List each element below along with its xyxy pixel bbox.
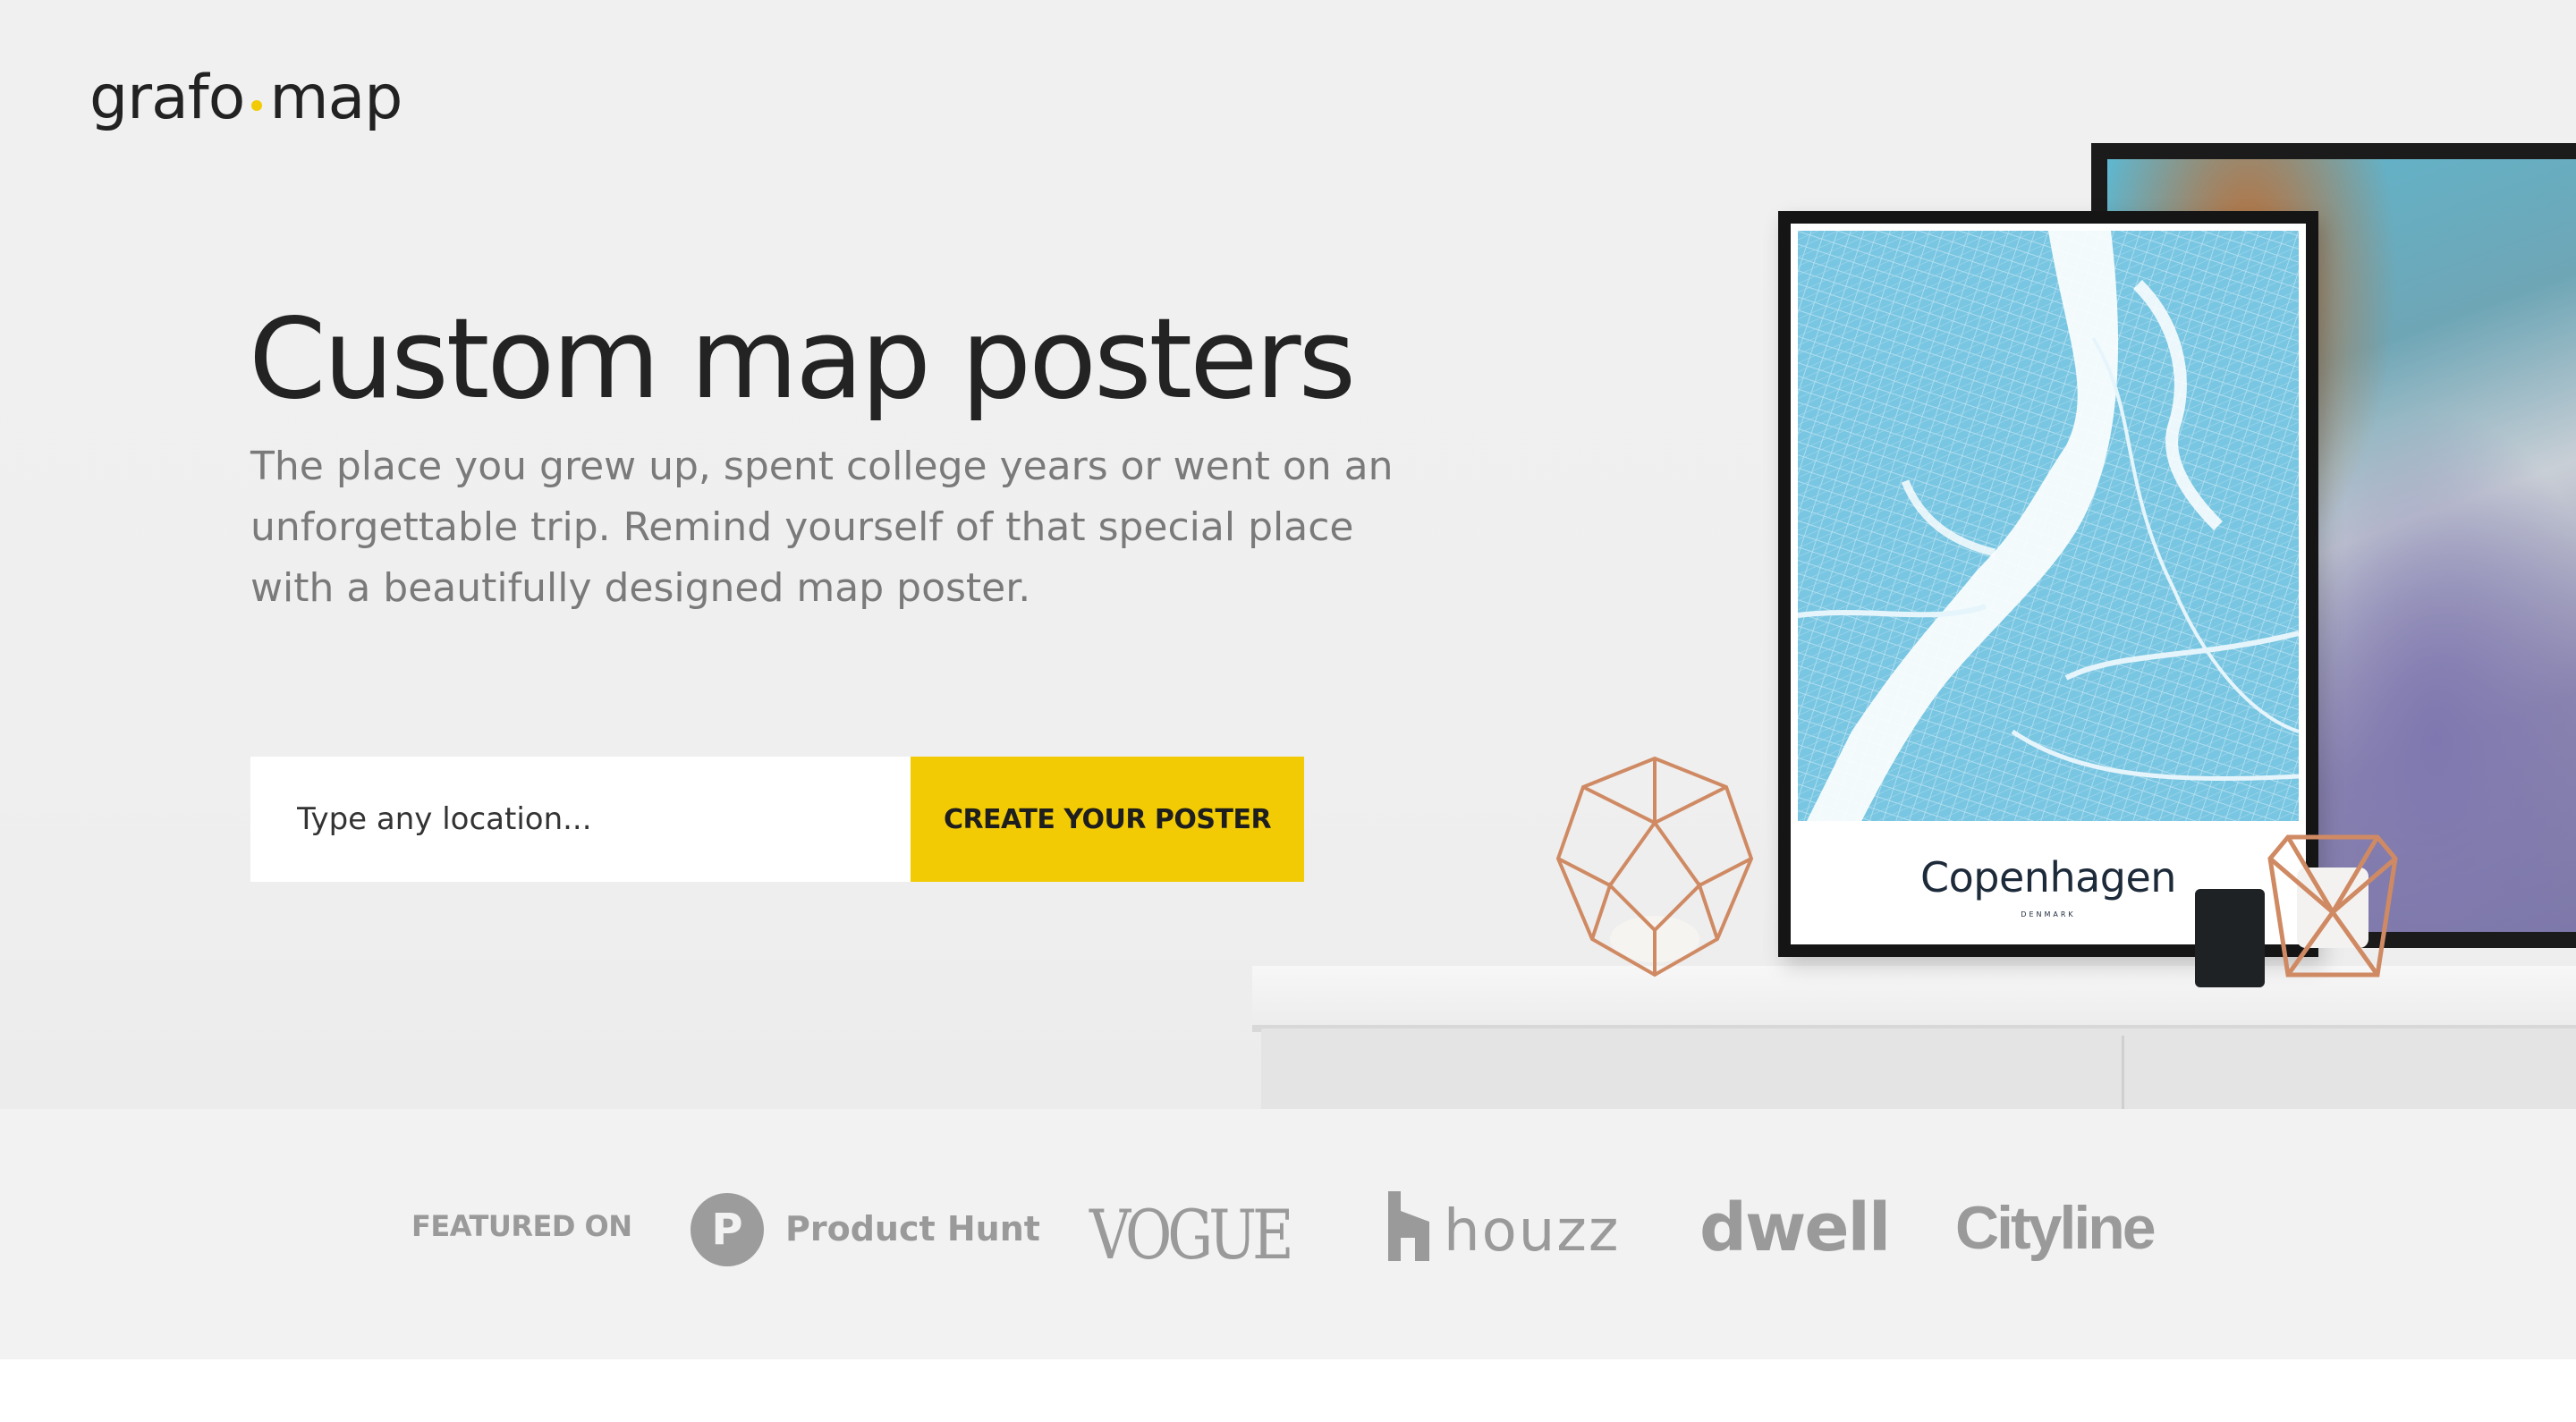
hero-section: grafo map Custom map posters The place y…: [0, 0, 2576, 1109]
hero-subtitle: The place you grew up, spent college yea…: [250, 444, 1394, 611]
poster-mat: Copenhagen DENMARK: [1791, 224, 2306, 944]
vogue-logo: VOGUE: [1089, 1195, 1294, 1274]
product-hunt-icon: P: [691, 1193, 764, 1266]
cityline-logo: Cityline: [1955, 1194, 2157, 1262]
product-hunt-logo: Product Hunt: [785, 1209, 1040, 1248]
houzz-icon: [1388, 1191, 1429, 1261]
copenhagen-poster-frame: Copenhagen DENMARK: [1778, 211, 2318, 957]
location-search-form: CREATE YOUR POSTER: [250, 757, 1304, 882]
logo-dot: [251, 99, 263, 111]
location-input[interactable]: [250, 757, 911, 882]
hero-title: Custom map posters: [249, 295, 1356, 424]
black-candle: [2195, 889, 2265, 987]
city-map-image: [1798, 231, 2299, 896]
logo-text-map: map: [269, 63, 402, 133]
houzz-logo: houzz: [1444, 1198, 1621, 1265]
dwell-logo: dwell: [1699, 1189, 1891, 1266]
featured-on-section: FEATURED ON P Product Hunt VOGUE houzz d…: [0, 1109, 2576, 1359]
featured-on-label: FEATURED ON: [411, 1209, 632, 1243]
copper-hexagon-candle-holder: [2267, 834, 2398, 978]
cabinet-seam: [2122, 1036, 2124, 1109]
hero-photo: Copenhagen DENMARK: [1252, 0, 2576, 1109]
create-poster-button[interactable]: CREATE YOUR POSTER: [911, 757, 1304, 882]
logo-text-grafo: grafo: [89, 63, 245, 133]
site-logo[interactable]: grafo map: [89, 63, 402, 133]
copper-geometric-lantern: [1555, 756, 1754, 978]
cabinet: [1261, 1028, 2576, 1109]
